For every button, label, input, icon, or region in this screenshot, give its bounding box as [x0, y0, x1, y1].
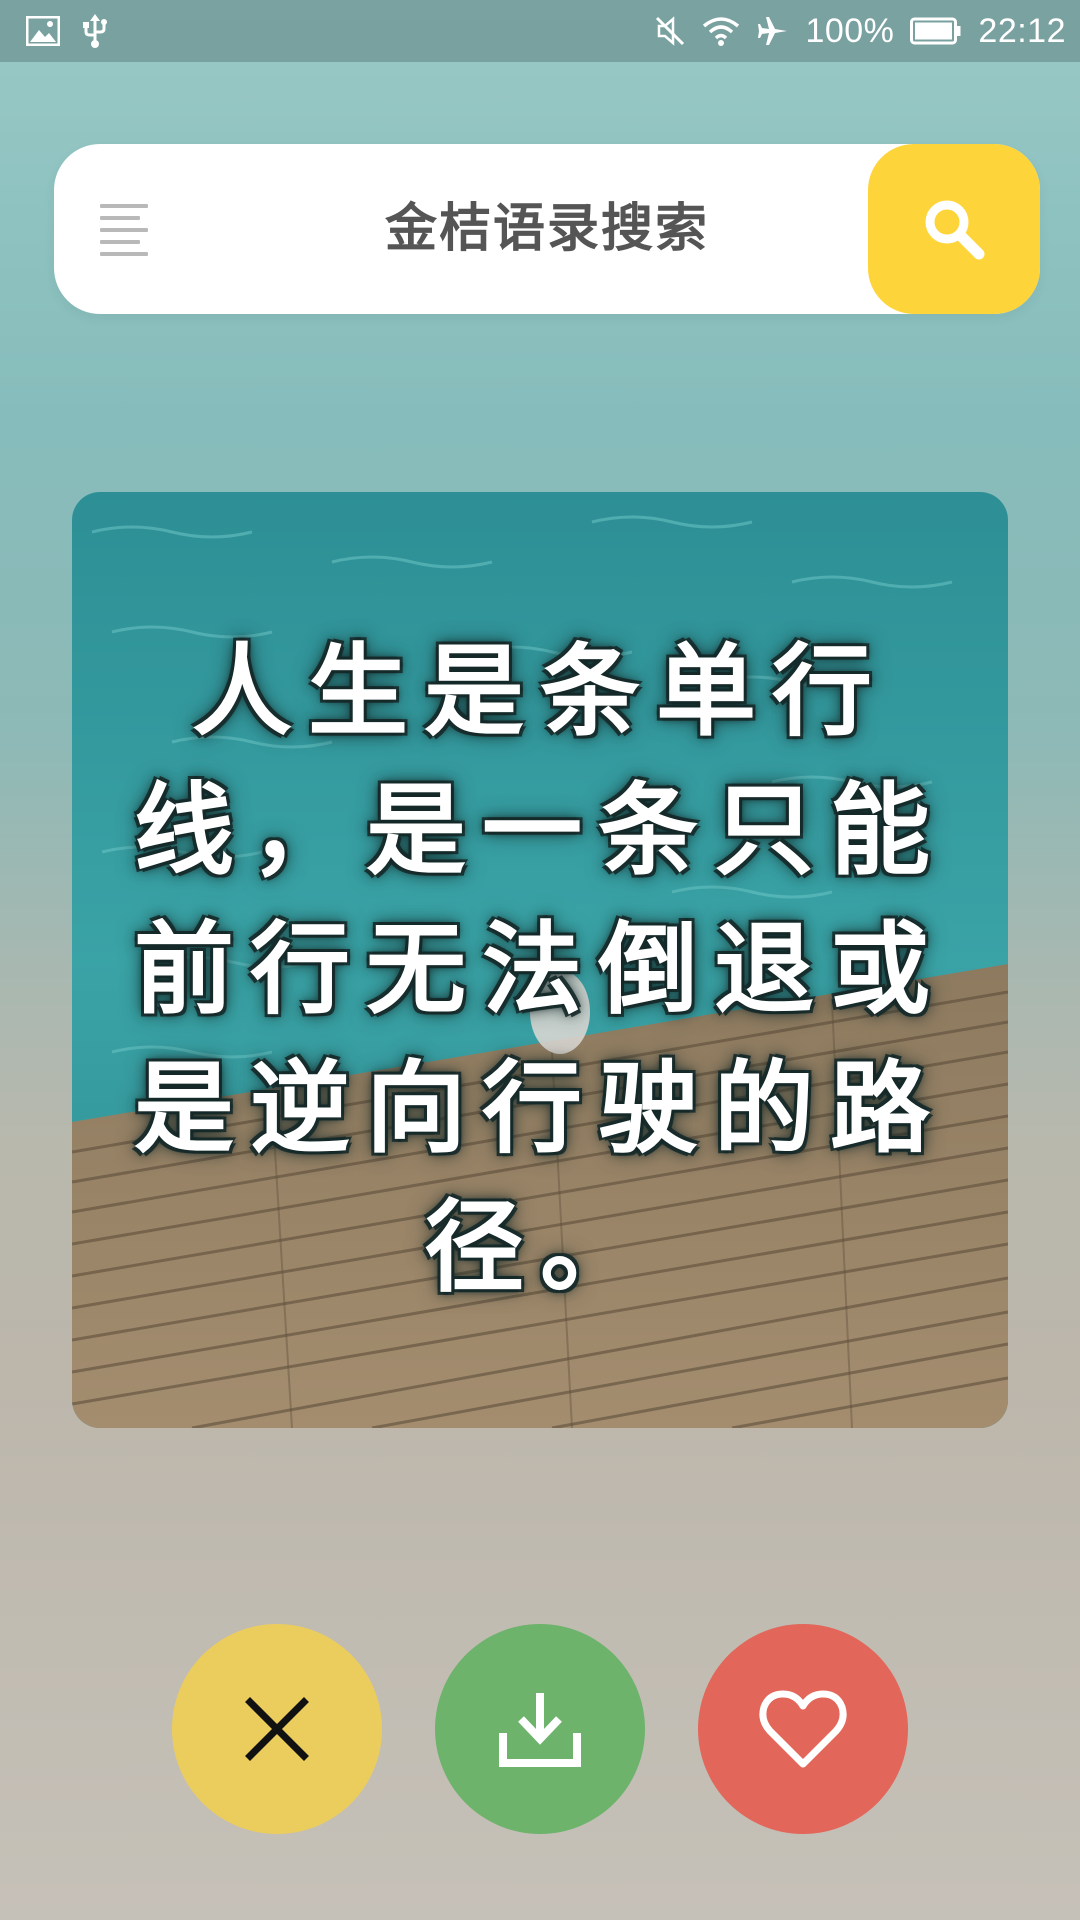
favorite-button[interactable] [698, 1624, 908, 1834]
search-button[interactable] [868, 144, 1040, 314]
clock: 22:12 [978, 11, 1066, 50]
battery-icon [910, 17, 962, 45]
quote-card[interactable]: 人生是条单行 线，是一条只能 前行无法倒退或 是逆向行驶的路 径。 [72, 492, 1008, 1428]
wifi-icon [701, 16, 741, 46]
quote-text: 人生是条单行 线，是一条只能 前行无法倒退或 是逆向行驶的路 径。 [112, 622, 968, 1317]
search-icon [925, 200, 985, 260]
close-icon [245, 1697, 309, 1761]
quote-line: 前行无法倒退或 [134, 911, 946, 1028]
download-icon [499, 1693, 581, 1767]
status-bar: 100% 22:12 [0, 0, 1080, 62]
quote-line: 是逆向行驶的路 [134, 1050, 946, 1167]
dismiss-button[interactable] [172, 1624, 382, 1834]
status-left [26, 14, 108, 48]
search-bar[interactable]: 金桔语录搜索 [54, 144, 1040, 314]
quote-line: 线，是一条只能 [134, 772, 946, 889]
mute-icon [655, 15, 685, 47]
airplane-icon [757, 15, 789, 47]
quote-line: 人生是条单行 [192, 633, 888, 750]
image-icon [26, 16, 60, 46]
status-right: 100% 22:12 [655, 12, 1066, 51]
heart-icon [759, 1690, 847, 1768]
download-button[interactable] [435, 1624, 645, 1834]
battery-percentage: 100% [805, 11, 895, 50]
quote-line: 径。 [424, 1189, 656, 1306]
usb-icon [82, 14, 108, 48]
